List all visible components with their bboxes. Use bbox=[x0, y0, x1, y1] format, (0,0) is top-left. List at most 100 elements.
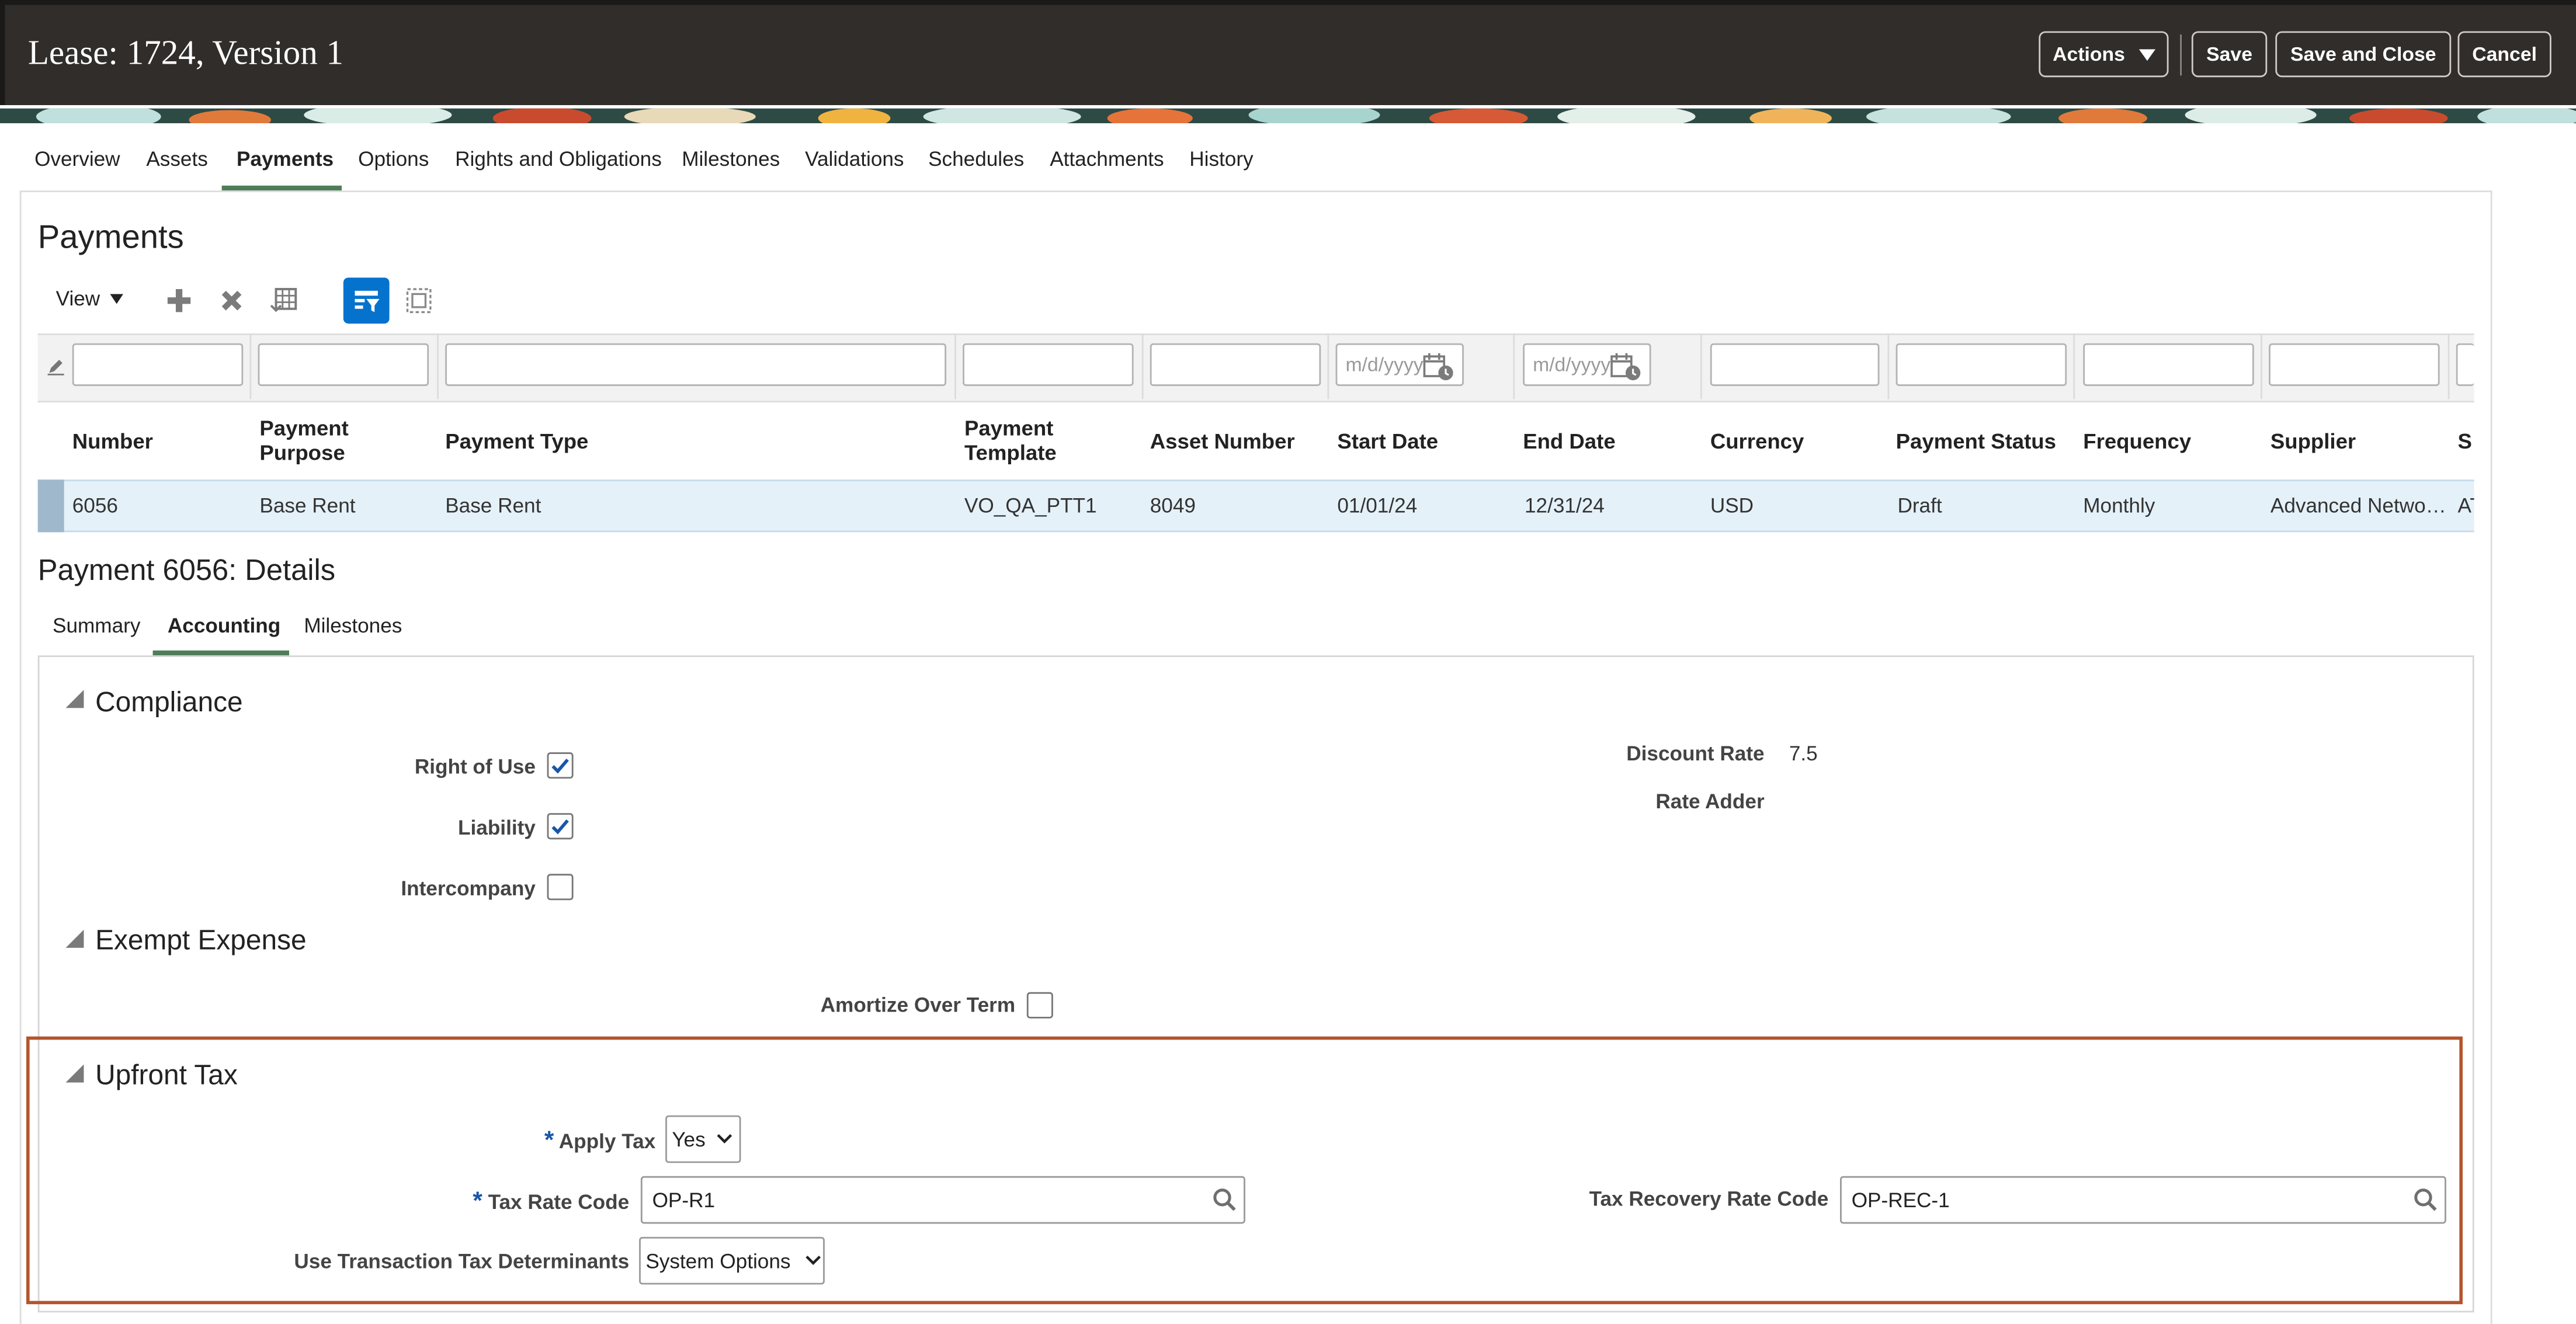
tab-schedules[interactable]: Schedules bbox=[928, 148, 1024, 171]
chevron-down-icon bbox=[717, 1134, 733, 1144]
column-header-start-date[interactable]: Start Date bbox=[1337, 429, 1438, 453]
tab-history[interactable]: History bbox=[1189, 148, 1253, 171]
column-header-payment-purpose[interactable]: Payment Purpose bbox=[259, 416, 348, 465]
supplier-filter-input[interactable] bbox=[2269, 343, 2440, 386]
collapse-triangle-icon[interactable] bbox=[65, 929, 84, 948]
cell-payment-status: Draft bbox=[1897, 494, 1942, 517]
frequency-filter-input[interactable] bbox=[2083, 343, 2254, 386]
cell-asset-number: 8049 bbox=[1150, 494, 1196, 517]
tax-recovery-rate-code-input[interactable]: OP-REC-1 bbox=[1840, 1176, 2446, 1224]
amortize-over-term-checkbox[interactable] bbox=[1026, 992, 1053, 1019]
use-transaction-tax-determinants-select[interactable]: System Options bbox=[639, 1236, 825, 1285]
intercompany-label: Intercompany bbox=[401, 877, 536, 901]
row-selector[interactable] bbox=[37, 479, 64, 533]
tax-rate-code-label-text: Tax Rate Code bbox=[488, 1191, 630, 1214]
add-icon[interactable] bbox=[161, 283, 197, 319]
apply-tax-label: * Apply Tax bbox=[411, 1127, 655, 1155]
column-header-number[interactable]: Number bbox=[72, 429, 153, 453]
payments-title: Payments bbox=[37, 220, 184, 256]
column-header-payment-type[interactable]: Payment Type bbox=[445, 429, 588, 453]
cancel-button[interactable]: Cancel bbox=[2457, 31, 2551, 78]
actions-button[interactable]: Actions bbox=[2039, 31, 2169, 78]
tab-rights-and-obligations[interactable]: Rights and Obligations bbox=[455, 148, 662, 171]
query-by-example-icon[interactable] bbox=[343, 277, 390, 324]
column-header-frequency[interactable]: Frequency bbox=[2083, 429, 2191, 453]
payment-type-filter-input[interactable] bbox=[445, 343, 946, 386]
page-header bbox=[0, 0, 2576, 105]
decorative-banner bbox=[0, 105, 2576, 123]
column-header-label: Template bbox=[964, 440, 1057, 465]
subtab-accounting[interactable]: Accounting bbox=[168, 614, 280, 637]
calendar-icon[interactable] bbox=[1610, 352, 1643, 390]
column-settings-icon[interactable] bbox=[266, 283, 303, 319]
tab-validations[interactable]: Validations bbox=[805, 148, 904, 171]
discount-rate-label: Discount Rate bbox=[1626, 742, 1765, 766]
column-header-overflow[interactable]: S bbox=[2458, 429, 2474, 453]
search-icon[interactable] bbox=[2414, 1187, 2438, 1220]
actions-label: Actions bbox=[2053, 43, 2125, 66]
tax-rate-code-input[interactable]: OP-R1 bbox=[640, 1176, 1245, 1224]
number-filter-input[interactable] bbox=[72, 343, 244, 386]
search-icon[interactable] bbox=[1213, 1187, 1237, 1220]
currency-filter-input[interactable] bbox=[1710, 343, 1880, 386]
tab-assets[interactable]: Assets bbox=[146, 148, 208, 171]
column-header-label: Supplier bbox=[2270, 429, 2356, 454]
column-header-asset-number[interactable]: Asset Number bbox=[1150, 429, 1295, 453]
tab-milestones[interactable]: Milestones bbox=[682, 148, 780, 171]
payment-status-filter-input[interactable] bbox=[1895, 343, 2067, 386]
compliance-header[interactable]: Compliance bbox=[95, 687, 242, 720]
chevron-down-icon bbox=[806, 1255, 821, 1265]
column-separator bbox=[954, 333, 956, 399]
subtab-selected-underline bbox=[152, 650, 289, 656]
use-transaction-tax-determinants-value: System Options bbox=[645, 1249, 791, 1273]
save-and-close-button[interactable]: Save and Close bbox=[2275, 31, 2452, 78]
column-separator bbox=[1141, 333, 1144, 399]
page-title: Lease: 1724, Version 1 bbox=[27, 33, 344, 72]
overflow-filter-input[interactable] bbox=[2456, 343, 2474, 386]
column-separator bbox=[1887, 333, 1890, 399]
column-header-payment-template[interactable]: Payment Template bbox=[964, 416, 1057, 465]
apply-tax-label-text: Apply Tax bbox=[558, 1130, 656, 1153]
cell-number: 6056 bbox=[72, 494, 118, 517]
collapse-triangle-icon[interactable] bbox=[65, 690, 84, 708]
column-header-payment-status[interactable]: Payment Status bbox=[1896, 429, 2056, 453]
payment-template-filter-input[interactable] bbox=[963, 343, 1134, 386]
subtab-summary[interactable]: Summary bbox=[53, 614, 140, 637]
column-header-label: Purpose bbox=[259, 440, 345, 465]
column-separator bbox=[2073, 333, 2075, 399]
liability-checkbox[interactable] bbox=[547, 813, 574, 840]
apply-tax-select[interactable]: Yes bbox=[665, 1115, 741, 1163]
view-menu[interactable]: View bbox=[55, 287, 123, 311]
edit-pencil-icon bbox=[46, 355, 66, 385]
checkmark-icon bbox=[551, 819, 569, 835]
tab-overview[interactable]: Overview bbox=[34, 148, 120, 171]
save-button[interactable]: Save bbox=[2191, 31, 2268, 78]
calendar-icon[interactable] bbox=[1423, 352, 1456, 390]
collapse-triangle-icon[interactable] bbox=[65, 1064, 84, 1083]
tab-attachments[interactable]: Attachments bbox=[1050, 148, 1164, 171]
cell-currency: USD bbox=[1710, 494, 1754, 517]
column-header-label: Start Date bbox=[1337, 429, 1439, 454]
tab-options[interactable]: Options bbox=[358, 148, 429, 171]
exempt-expense-header[interactable]: Exempt Expense bbox=[95, 925, 306, 957]
subtab-milestones[interactable]: Milestones bbox=[304, 614, 402, 637]
cell-start-date: 01/01/24 bbox=[1337, 494, 1418, 517]
column-header-supplier[interactable]: Supplier bbox=[2271, 429, 2356, 453]
apply-tax-value: Yes bbox=[672, 1127, 706, 1151]
cell-frequency: Monthly bbox=[2083, 494, 2155, 517]
detach-icon[interactable] bbox=[401, 283, 437, 319]
upfront-tax-header[interactable]: Upfront Tax bbox=[95, 1059, 238, 1092]
column-header-currency[interactable]: Currency bbox=[1710, 429, 1804, 453]
tab-payments[interactable]: Payments bbox=[237, 148, 334, 171]
delete-icon[interactable] bbox=[214, 283, 250, 319]
column-header-label: Number bbox=[72, 429, 153, 454]
required-indicator: * bbox=[544, 1127, 554, 1155]
asset-number-filter-input[interactable] bbox=[1150, 343, 1321, 386]
cell-end-date: 12/31/24 bbox=[1525, 494, 1605, 517]
intercompany-checkbox[interactable] bbox=[547, 874, 574, 901]
view-menu-label: View bbox=[55, 287, 100, 311]
column-header-end-date[interactable]: End Date bbox=[1523, 429, 1615, 453]
column-separator bbox=[437, 333, 439, 399]
right-of-use-checkbox[interactable] bbox=[547, 752, 574, 779]
payment-purpose-filter-input[interactable] bbox=[258, 343, 429, 386]
